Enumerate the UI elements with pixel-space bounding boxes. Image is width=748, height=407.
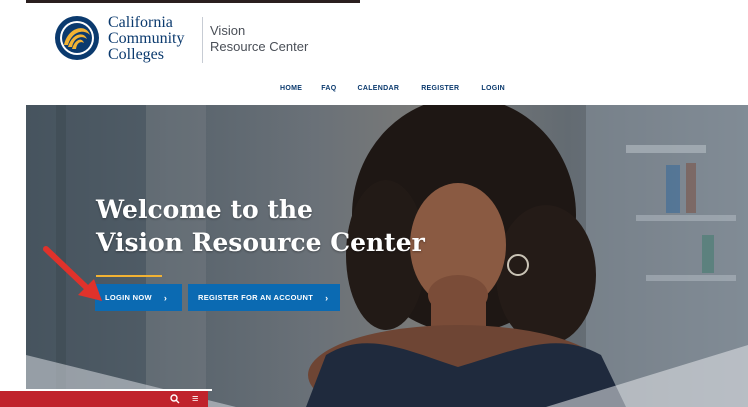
left-margin xyxy=(0,0,26,407)
site-subtitle: Vision Resource Center xyxy=(210,23,308,55)
hero-title: Welcome to the Vision Resource Center xyxy=(96,193,425,259)
nav-login[interactable]: LOGIN xyxy=(481,85,505,92)
site-header: California Community Colleges Vision Res… xyxy=(26,3,748,105)
site-subtitle-line-1: Vision xyxy=(210,23,246,38)
top-nav: HOME FAQ CALENDAR REGISTER LOGIN xyxy=(280,85,505,92)
register-account-button[interactable]: REGISTER FOR AN ACCOUNT › xyxy=(188,284,340,311)
register-account-label: REGISTER FOR AN ACCOUNT xyxy=(198,293,314,302)
red-arrow-icon xyxy=(43,246,102,301)
site-subtitle-line-2: Resource Center xyxy=(210,39,309,54)
hero-banner: Welcome to the Vision Resource Center LO… xyxy=(26,105,748,407)
nav-home[interactable]: HOME xyxy=(280,85,302,92)
hero-title-line-2: Vision Resource Center xyxy=(96,228,425,257)
nav-faq[interactable]: FAQ xyxy=(321,85,336,92)
nav-calendar[interactable]: CALENDAR xyxy=(358,85,400,92)
bottom-red-bar: ≡ xyxy=(0,391,208,407)
hero-title-line-1: Welcome to the xyxy=(96,195,313,224)
nav-register[interactable]: REGISTER xyxy=(421,85,459,92)
menu-icon[interactable]: ≡ xyxy=(192,392,198,406)
college-seal-icon[interactable] xyxy=(54,15,100,61)
logo-divider xyxy=(202,17,203,63)
chevron-right-icon: › xyxy=(325,292,329,303)
search-icon[interactable] xyxy=(170,394,180,404)
login-now-label: LOGIN NOW xyxy=(105,293,152,302)
login-now-button[interactable]: LOGIN NOW › xyxy=(95,284,182,311)
chevron-right-icon: › xyxy=(163,292,168,303)
